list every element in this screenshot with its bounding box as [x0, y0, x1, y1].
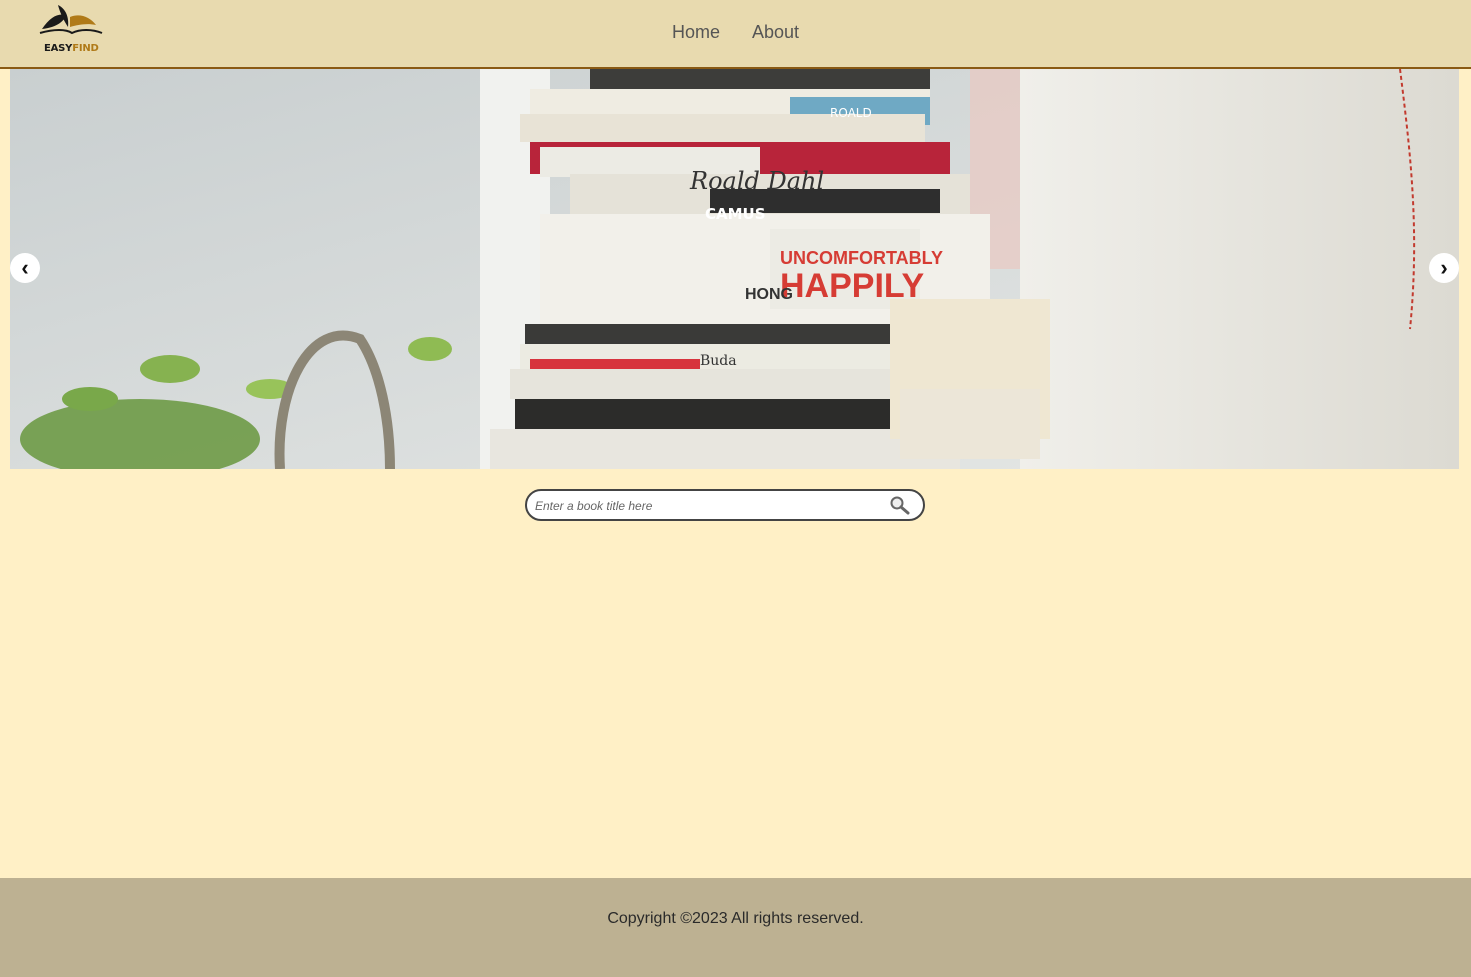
nav-home-link[interactable]: Home — [672, 22, 720, 42]
spine-uncomfortably: UNCOMFORTABLY — [780, 248, 943, 268]
chevron-right-icon: › — [1440, 255, 1448, 280]
easyfind-logo[interactable]: EASYFIND — [36, 3, 106, 58]
page-footer: Copyright ©2023 All rights reserved. — [0, 878, 1471, 977]
main-nav: Home About — [672, 22, 799, 42]
brand-name: EASYFIND — [44, 43, 99, 54]
carousel-prev-button[interactable]: ‹ — [10, 253, 40, 283]
spine-camus: CAMUS — [705, 205, 766, 223]
copyright-text: Copyright ©2023 All rights reserved. — [607, 910, 864, 927]
hero-carousel: Roald Dahl CAMUS UNCOMFORTABLY HAPPILY H… — [10, 69, 1459, 469]
book-search-box — [525, 489, 925, 521]
book-title-search-input[interactable] — [533, 495, 877, 517]
search-icon[interactable] — [889, 495, 911, 520]
spine-buda: Buda — [700, 353, 737, 369]
spine-happily: HAPPILY — [780, 267, 925, 305]
top-navbar: EASYFIND Home About — [0, 0, 1471, 69]
carousel-next-button[interactable]: › — [1429, 253, 1459, 283]
nav-about-link[interactable]: About — [752, 22, 799, 42]
book-logo-icon — [39, 5, 103, 35]
spine-roald: ROALD — [830, 106, 872, 120]
books-stack-photo: Roald Dahl CAMUS UNCOMFORTABLY HAPPILY H… — [10, 69, 1459, 469]
chevron-left-icon: ‹ — [21, 255, 29, 280]
spine-hong: HONG — [745, 286, 793, 303]
spine-roald-dahl: Roald Dahl — [689, 167, 824, 195]
